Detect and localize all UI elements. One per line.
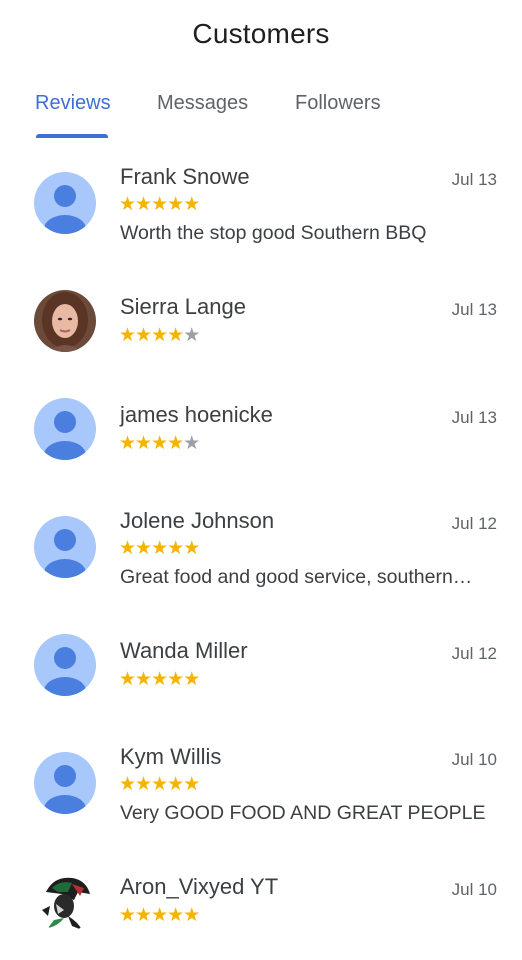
review-date: Jul 13 [451, 300, 497, 319]
star-filled-icon: ★ [119, 325, 136, 346]
star-rating: ★★★★★ [119, 774, 200, 795]
page-title: Customers [192, 18, 330, 49]
person-placeholder-icon [34, 752, 96, 814]
star-filled-icon: ★ [151, 325, 168, 346]
review-item[interactable]: Aron_Vixyed YT Jul 10 ★★★★★ [0, 850, 522, 958]
review-item[interactable]: Frank Snowe Jul 13 ★★★★★ Worth the stop … [0, 150, 522, 270]
star-filled-icon: ★ [119, 905, 136, 926]
person-placeholder-icon [34, 634, 96, 696]
tab-reviews[interactable]: Reviews [35, 92, 111, 115]
star-filled-icon: ★ [167, 774, 184, 795]
star-filled-icon: ★ [135, 669, 152, 690]
profile-photo [34, 870, 96, 932]
star-filled-icon: ★ [119, 194, 136, 215]
review-item[interactable]: Sierra Lange Jul 13 ★★★★★ [0, 270, 522, 378]
reviewer-name: Aron_Vixyed YT [120, 874, 279, 899]
review-date: Jul 10 [451, 750, 497, 769]
tab-messages[interactable]: Messages [157, 92, 248, 115]
star-filled-icon: ★ [135, 538, 152, 559]
star-filled-icon: ★ [151, 538, 168, 559]
review-date: Jul 13 [451, 170, 497, 189]
tab-followers[interactable]: Followers [295, 92, 381, 115]
person-placeholder-icon [34, 516, 96, 578]
star-filled-icon: ★ [167, 905, 184, 926]
star-filled-icon: ★ [183, 538, 200, 559]
customers-screen: Customers Reviews Messages Followers Fra… [0, 0, 522, 960]
reviewer-name: james hoenicke [120, 402, 273, 427]
star-filled-icon: ★ [151, 433, 168, 454]
review-date: Jul 12 [451, 644, 497, 663]
review-date: Jul 10 [451, 880, 497, 899]
review-item[interactable]: Wanda Miller Jul 12 ★★★★★ [0, 614, 522, 722]
star-rating: ★★★★★ [119, 433, 200, 454]
star-filled-icon: ★ [151, 774, 168, 795]
review-comment: Great food and good service, southern… [120, 566, 473, 588]
star-filled-icon: ★ [183, 905, 200, 926]
star-filled-icon: ★ [183, 774, 200, 795]
profile-photo [34, 290, 96, 352]
star-filled-icon: ★ [119, 433, 136, 454]
star-filled-icon: ★ [119, 774, 136, 795]
tab-bar: Reviews Messages Followers [0, 92, 522, 140]
star-empty-icon: ★ [183, 433, 200, 454]
star-filled-icon: ★ [167, 669, 184, 690]
star-filled-icon: ★ [167, 194, 184, 215]
star-filled-icon: ★ [119, 669, 136, 690]
reviewer-name: Kym Willis [120, 744, 222, 769]
review-date: Jul 13 [451, 408, 497, 427]
star-filled-icon: ★ [135, 194, 152, 215]
star-rating: ★★★★★ [119, 669, 200, 690]
star-rating: ★★★★★ [119, 905, 200, 926]
star-rating: ★★★★★ [119, 538, 200, 559]
star-filled-icon: ★ [151, 669, 168, 690]
person-placeholder-icon [34, 172, 96, 234]
review-item[interactable]: james hoenicke Jul 13 ★★★★★ [0, 378, 522, 486]
reviewer-name: Jolene Johnson [120, 508, 275, 533]
star-filled-icon: ★ [167, 325, 184, 346]
reviewer-name: Sierra Lange [120, 294, 246, 319]
star-rating: ★★★★★ [119, 325, 200, 346]
star-filled-icon: ★ [135, 325, 152, 346]
review-date: Jul 12 [451, 514, 497, 533]
star-filled-icon: ★ [151, 194, 168, 215]
star-rating: ★★★★★ [119, 194, 200, 215]
star-filled-icon: ★ [135, 905, 152, 926]
review-item[interactable]: Kym Willis Jul 10 ★★★★★ Very GOOD FOOD A… [0, 722, 522, 850]
star-filled-icon: ★ [183, 194, 200, 215]
active-tab-indicator [36, 134, 108, 138]
review-item[interactable]: Jolene Johnson Jul 12 ★★★★★ Great food a… [0, 486, 522, 614]
star-filled-icon: ★ [135, 774, 152, 795]
star-filled-icon: ★ [183, 669, 200, 690]
reviewer-name: Wanda Miller [120, 638, 248, 663]
star-filled-icon: ★ [119, 538, 136, 559]
star-filled-icon: ★ [135, 433, 152, 454]
star-filled-icon: ★ [151, 905, 168, 926]
star-filled-icon: ★ [167, 433, 184, 454]
person-placeholder-icon [34, 398, 96, 460]
star-empty-icon: ★ [183, 325, 200, 346]
reviewer-name: Frank Snowe [120, 164, 250, 189]
review-comment: Worth the stop good Southern BBQ [120, 222, 427, 244]
star-filled-icon: ★ [167, 538, 184, 559]
review-comment: Very GOOD FOOD AND GREAT PEOPLE [120, 802, 486, 824]
